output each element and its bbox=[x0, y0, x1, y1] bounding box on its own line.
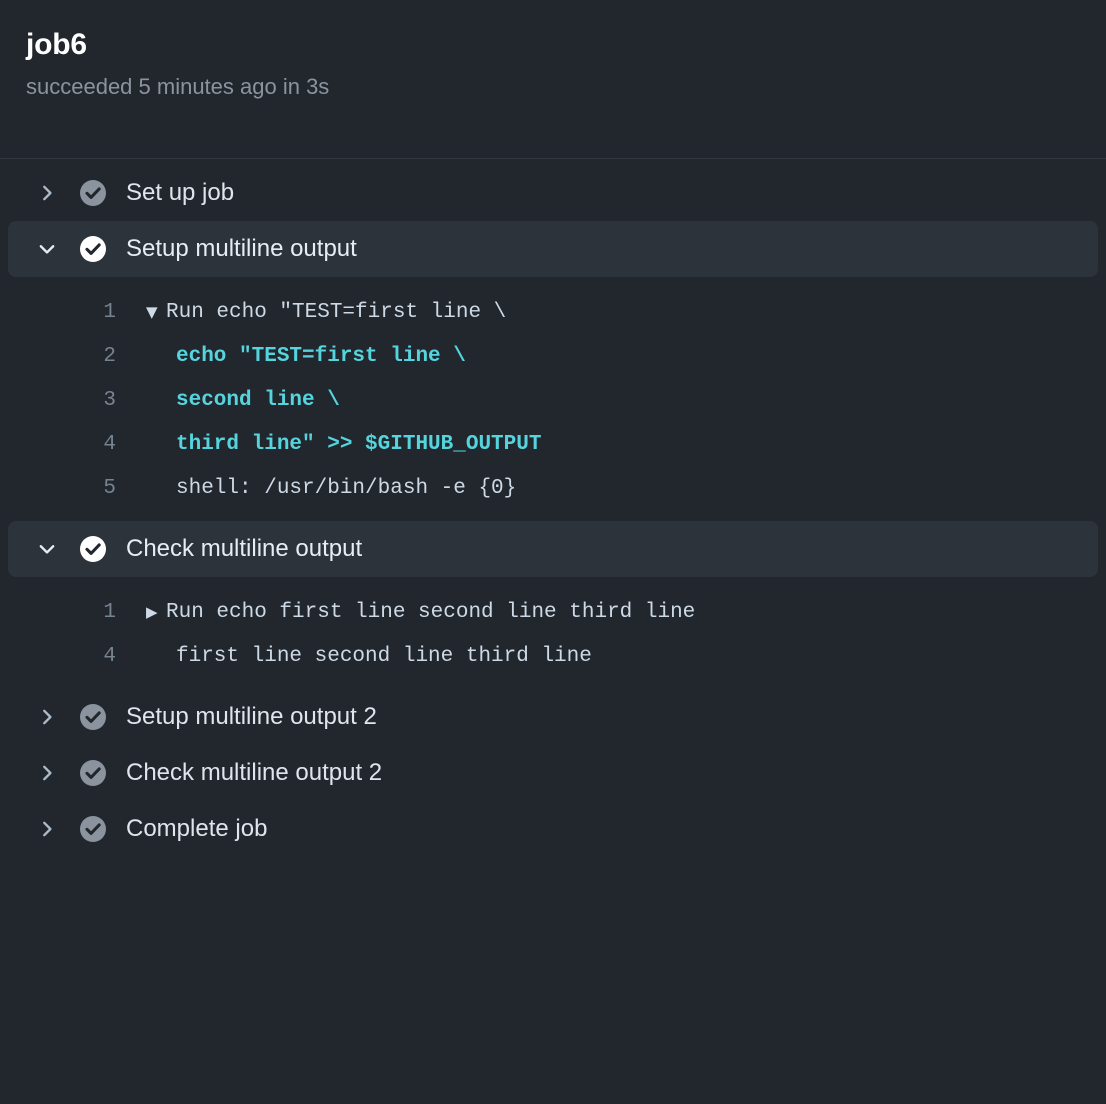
log-line: 4 third line" >> $GITHUB_OUTPUT bbox=[0, 423, 1106, 467]
log-line-number: 4 bbox=[103, 433, 116, 456]
chevron-right-icon[interactable] bbox=[36, 818, 58, 840]
job-step: Complete job bbox=[0, 801, 1106, 857]
job-header: job6 succeeded 5 minutes ago in 3s bbox=[0, 0, 1106, 159]
log-text: second line \ bbox=[176, 389, 340, 412]
chevron-right-icon[interactable] bbox=[36, 762, 58, 784]
chevron-down-icon[interactable] bbox=[36, 538, 58, 560]
step-header-set-up-job[interactable]: Set up job bbox=[8, 165, 1098, 221]
log-line-number: 1 bbox=[103, 601, 116, 624]
step-log: 1 ▼ Run echo "TEST=first line \ 2 echo "TEST… bbox=[0, 277, 1106, 521]
chevron-down-icon[interactable] bbox=[36, 238, 58, 260]
step-header-complete-job[interactable]: Complete job bbox=[8, 801, 1098, 857]
log-line-number: 4 bbox=[103, 645, 116, 668]
job-title: job6 bbox=[26, 28, 87, 61]
step-title: Check multiline output bbox=[126, 535, 363, 562]
check-circle-icon bbox=[80, 816, 106, 842]
step-header-check-multiline-output[interactable]: Check multiline output bbox=[8, 521, 1098, 577]
job-steps-list: Set up job Setup multiline output 1 ▼ Run ec… bbox=[0, 159, 1106, 857]
log-line-content: ▶ Run echo first line second line third l… bbox=[146, 591, 695, 635]
log-line: 4 first line second line third line bbox=[0, 635, 1106, 679]
check-circle-icon bbox=[80, 536, 106, 562]
step-log: 1 ▶ Run echo first line second line third … bbox=[0, 577, 1106, 689]
step-header-check-multiline-output-2[interactable]: Check multiline output 2 bbox=[8, 745, 1098, 801]
log-line-number: 1 bbox=[103, 301, 116, 324]
log-text: first line second line third line bbox=[176, 645, 592, 668]
check-circle-icon bbox=[80, 180, 106, 206]
log-line-content: second line \ bbox=[146, 379, 340, 423]
log-line-content: shell: /usr/bin/bash -e {0} bbox=[146, 467, 516, 511]
triangle-down-icon[interactable]: ▼ bbox=[146, 305, 166, 320]
log-line: 3 second line \ bbox=[0, 379, 1106, 423]
job-step: Set up job bbox=[0, 165, 1106, 221]
log-line: 2 echo "TEST=first line \ bbox=[0, 335, 1106, 379]
step-title: Setup multiline output bbox=[126, 235, 357, 262]
step-title: Complete job bbox=[126, 815, 268, 842]
log-line-content: third line" >> $GITHUB_OUTPUT bbox=[146, 423, 541, 467]
chevron-right-icon[interactable] bbox=[36, 182, 58, 204]
log-line: 1 ▼ Run echo "TEST=first line \ bbox=[0, 291, 1106, 335]
chevron-right-icon[interactable] bbox=[36, 706, 58, 728]
step-header-setup-multiline-output[interactable]: Setup multiline output bbox=[8, 221, 1098, 277]
log-text: echo "TEST=first line \ bbox=[176, 345, 466, 368]
log-text: Run echo first line second line third li… bbox=[166, 601, 696, 624]
log-text: Run echo "TEST=first line \ bbox=[166, 301, 507, 324]
log-text: shell: /usr/bin/bash -e {0} bbox=[176, 477, 517, 500]
step-title: Check multiline output 2 bbox=[126, 759, 383, 786]
job-step: Check multiline output 2 bbox=[0, 745, 1106, 801]
log-line-content: ▼ Run echo "TEST=first line \ bbox=[146, 291, 506, 335]
log-text: third line" >> $GITHUB_OUTPUT bbox=[176, 433, 542, 456]
step-title: Setup multiline output 2 bbox=[126, 703, 377, 730]
job-step: Setup multiline output 2 bbox=[0, 689, 1106, 745]
job-status-line: succeeded 5 minutes ago in 3s bbox=[26, 74, 330, 99]
log-line-content: echo "TEST=first line \ bbox=[146, 335, 466, 379]
log-line-number: 5 bbox=[103, 477, 116, 500]
log-line-content: first line second line third line bbox=[146, 635, 592, 679]
log-line: 5 shell: /usr/bin/bash -e {0} bbox=[0, 467, 1106, 511]
check-circle-icon bbox=[80, 236, 106, 262]
triangle-right-icon[interactable]: ▶ bbox=[146, 605, 166, 620]
job-step: Setup multiline output 1 ▼ Run echo "TEST=f… bbox=[0, 221, 1106, 521]
log-line: 1 ▶ Run echo first line second line third … bbox=[0, 591, 1106, 635]
check-circle-icon bbox=[80, 704, 106, 730]
job-step: Check multiline output 1 ▶ Run echo first l… bbox=[0, 521, 1106, 689]
log-line-number: 2 bbox=[103, 345, 116, 368]
log-line-number: 3 bbox=[103, 389, 116, 412]
step-title: Set up job bbox=[126, 179, 235, 206]
check-circle-icon bbox=[80, 760, 106, 786]
step-header-setup-multiline-output-2[interactable]: Setup multiline output 2 bbox=[8, 689, 1098, 745]
